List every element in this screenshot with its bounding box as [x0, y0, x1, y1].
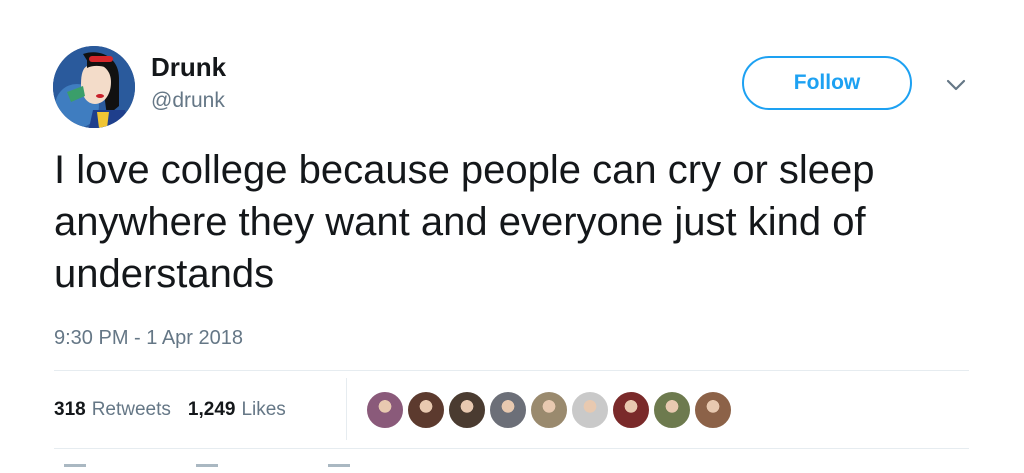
stats-top-divider [54, 370, 969, 371]
stats-bottom-divider [54, 448, 969, 449]
cartoon-princess-avatar [53, 46, 135, 128]
tweet-timestamp[interactable]: 9:30 PM - 1 Apr 2018 [54, 326, 243, 350]
liker-avatars [366, 391, 735, 429]
liker-avatar-8[interactable] [653, 391, 691, 429]
liker-avatar-5[interactable] [530, 391, 568, 429]
likes-label: Likes [241, 399, 286, 420]
chevron-down-icon[interactable] [944, 76, 968, 94]
stats-vertical-divider [346, 378, 347, 440]
author-handle[interactable]: @drunk [151, 88, 225, 114]
tweet-stats: 318 Retweets 1,249 Likes [54, 398, 303, 422]
likes-stat[interactable]: 1,249 Likes [188, 398, 286, 422]
retweets-label: Retweets [91, 399, 171, 420]
author-display-name[interactable]: Drunk [151, 52, 226, 82]
liker-avatar-2[interactable] [407, 391, 445, 429]
likes-count: 1,249 [187, 399, 236, 420]
liker-avatar-3[interactable] [448, 391, 486, 429]
liker-avatar-9[interactable] [694, 391, 732, 429]
retweet-icon[interactable] [196, 464, 218, 473]
follow-button[interactable]: Follow [742, 56, 912, 110]
reply-icon[interactable] [64, 464, 86, 473]
retweets-count: 318 [54, 399, 86, 420]
like-icon[interactable] [328, 464, 350, 473]
tweet-text: I love college because people can cry or… [54, 148, 875, 296]
liker-avatar-6[interactable] [571, 391, 609, 429]
author-avatar[interactable] [53, 46, 135, 128]
liker-avatar-7[interactable] [612, 391, 650, 429]
liker-avatar-4[interactable] [489, 391, 527, 429]
liker-avatar-1[interactable] [366, 391, 404, 429]
retweets-stat[interactable]: 318 Retweets [54, 398, 171, 422]
